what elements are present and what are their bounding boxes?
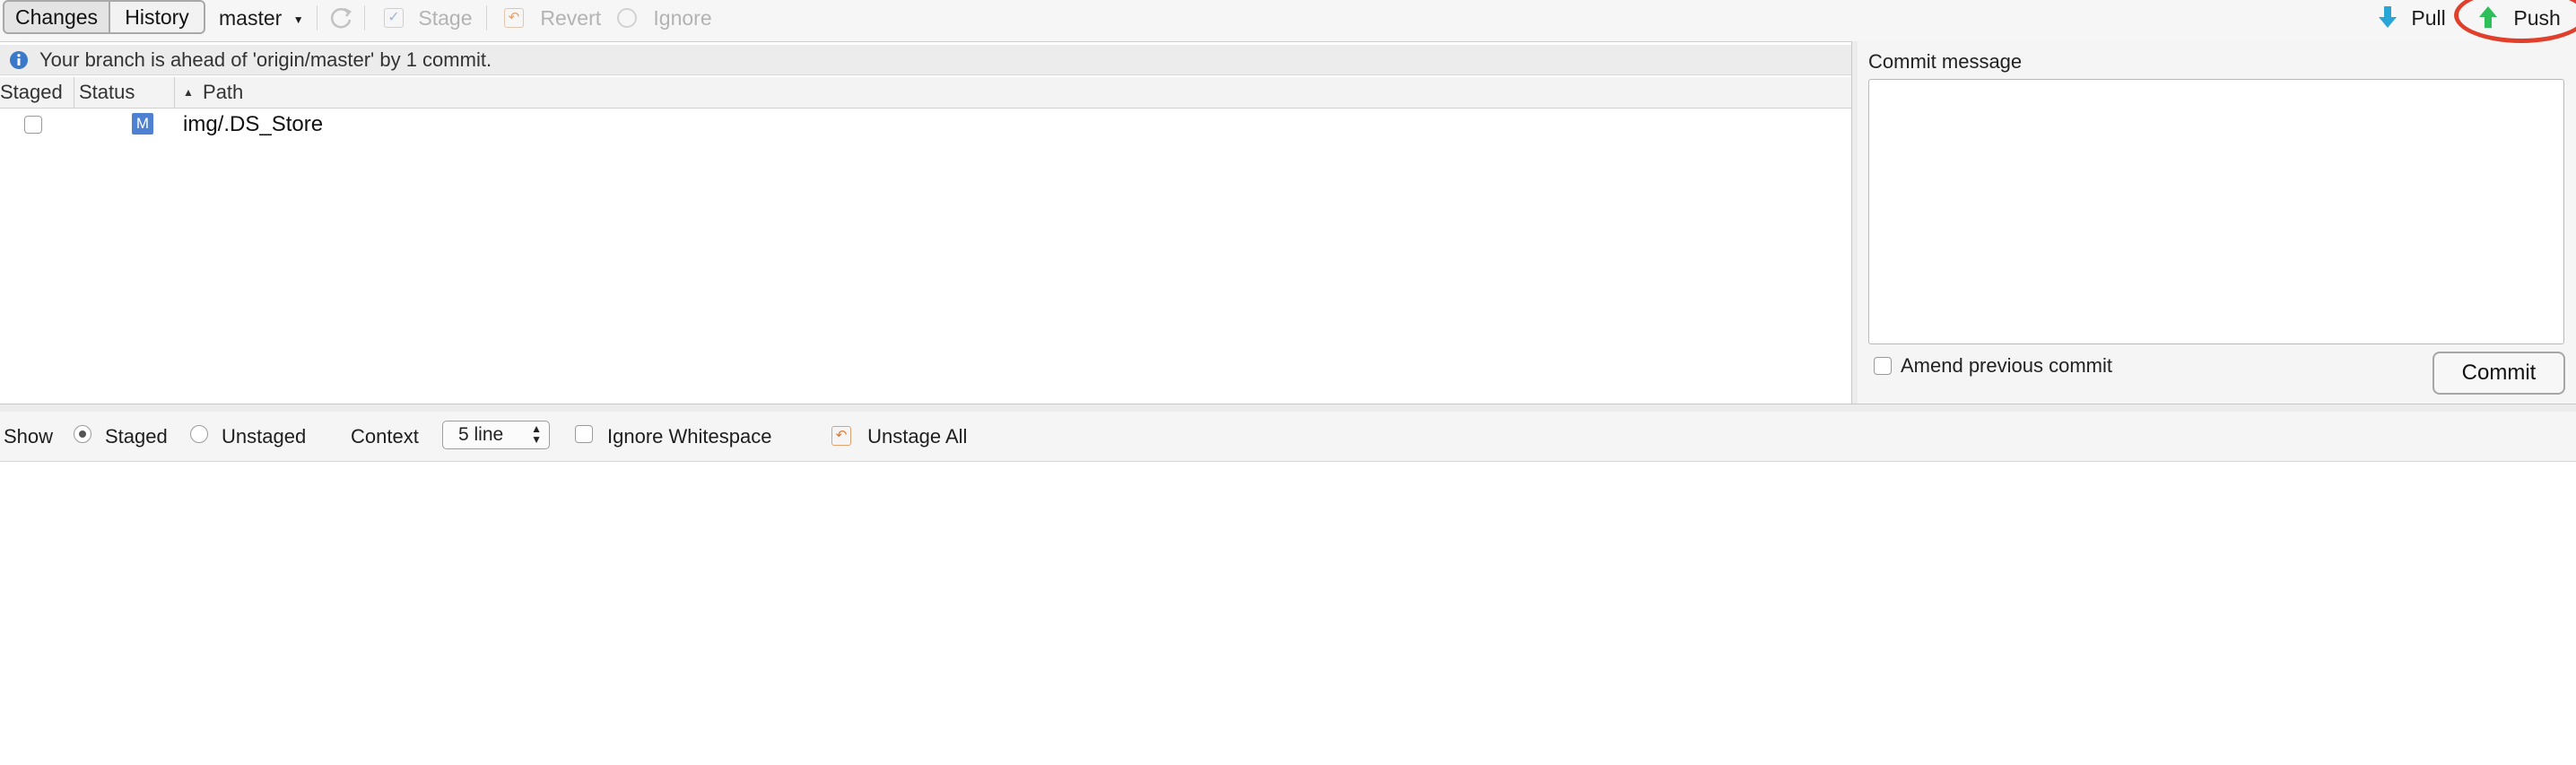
tab-history[interactable]: History [109,0,205,34]
context-label: Context [351,425,419,448]
staged-checkbox[interactable] [24,116,42,134]
commit-pane: Commit message Amend previous commit Com… [1858,41,2576,404]
amend-label: Amend previous commit [1901,354,2112,377]
dropdown-caret-icon: ▼ [292,13,304,26]
stage-check-icon: ✓ [384,7,404,28]
git-toolbar: Changes History master ▼ ✓ Stage ↶ Rever… [0,0,2576,42]
stage-button[interactable]: ✓ Stage [384,0,473,36]
pull-button[interactable]: Pull [2377,0,2446,36]
toolbar-divider [486,5,487,30]
branch-selector[interactable]: master ▼ [219,0,304,36]
select-arrows-icon: ▲ ▼ [531,422,542,446]
unstaged-radio-label: Unstaged [222,425,307,448]
ignore-label: Ignore [653,6,712,30]
ignore-whitespace-checkbox[interactable] [575,425,593,443]
column-path-label: Path [203,81,244,103]
commit-button[interactable]: Commit [2432,352,2565,395]
column-status[interactable]: Status [79,77,135,108]
table-row[interactable]: M img/.DS_Store [0,108,1851,142]
push-button[interactable]: Push [2477,0,2561,36]
column-divider [174,77,175,108]
push-arrow-icon [2477,4,2499,30]
show-label: Show [4,425,54,448]
unstaged-radio[interactable] [190,425,208,443]
branch-name: master [219,6,283,30]
staged-radio-label: Staged [105,425,168,448]
revert-label: Revert [540,6,602,30]
revert-icon: ↶ [504,7,524,28]
status-modified-badge: M [132,113,153,135]
diff-view [0,462,2576,765]
column-staged[interactable]: Staged [0,77,63,108]
branch-status-bar: Your branch is ahead of 'origin/master' … [0,45,1851,75]
refresh-icon[interactable] [328,4,355,37]
unstage-all-button[interactable]: ↶ Unstage All [831,412,967,461]
stage-label: Stage [418,6,473,30]
amend-checkbox[interactable] [1874,357,1892,375]
toolbar-divider [317,5,318,30]
toolbar-divider [364,5,365,30]
ignore-whitespace-label: Ignore Whitespace [607,425,772,448]
unstage-all-label: Unstage All [867,425,968,448]
branch-status-text: Your branch is ahead of 'origin/master' … [39,48,492,71]
commit-message-input[interactable] [1868,79,2564,344]
sort-up-icon: ▲ [183,86,194,99]
commit-message-label: Commit message [1868,50,2023,73]
push-label: Push [2513,6,2561,30]
column-path[interactable]: ▲ Path [183,77,243,110]
unstage-all-icon: ↶ [831,426,851,447]
ignore-icon [617,7,637,28]
pull-label: Pull [2411,6,2446,30]
file-path: img/.DS_Store [183,112,324,136]
pull-arrow-icon [2377,4,2398,30]
context-value: 5 line [458,424,504,445]
ignore-button[interactable]: Ignore [617,0,712,36]
diff-options-bar: Show Staged Unstaged Context 5 line ▲ ▼ I… [0,412,2576,462]
info-icon [9,50,29,75]
staged-radio[interactable] [74,425,91,443]
tab-changes[interactable]: Changes [3,0,110,34]
changes-table-header: Staged Status ▲ Path [0,77,1851,109]
context-select[interactable]: 5 line ▲ ▼ [442,421,550,449]
revert-button[interactable]: ↶ Revert [504,0,601,36]
